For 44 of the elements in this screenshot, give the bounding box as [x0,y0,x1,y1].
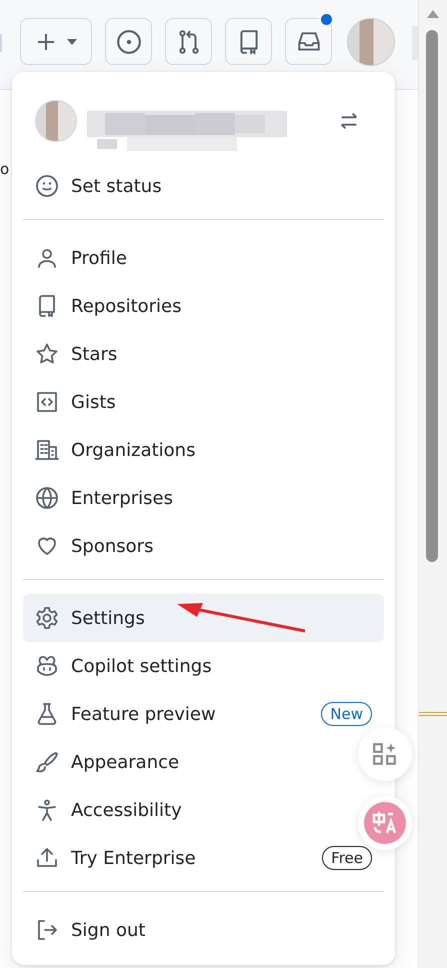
label-badge: New [321,702,372,726]
menu-item[interactable]: Set status [23,162,384,210]
menu-item[interactable]: Settings [23,594,384,642]
menu-item[interactable]: Appearance [23,738,192,786]
menu-item[interactable]: Try Enterprise Free [23,834,384,882]
label-badge: Free [322,846,372,870]
chart-line [419,712,447,716]
scrollbar[interactable] [418,0,447,968]
menu-item[interactable]: Accessibility [23,786,194,834]
person-icon [35,246,59,270]
menu-item[interactable]: Sign out [23,906,158,954]
smiley-icon [35,174,59,198]
menu-item[interactable]: Gists [23,378,128,426]
menu-item[interactable]: Feature preview New [23,690,384,738]
person-accessibility-icon [35,798,59,822]
issue-circle-icon [116,28,142,54]
scroll-up-icon[interactable] [427,10,439,18]
translate-icon [364,802,406,844]
menu-item[interactable]: Sponsors [23,522,166,570]
menu-item[interactable]: Copilot settings [23,642,224,690]
switch-account-icon[interactable] [338,110,360,132]
code-icon [35,390,59,414]
create-new-button[interactable] [20,18,92,65]
menu-item[interactable]: Enterprises [23,474,185,522]
menu-item[interactable]: Organizations [23,426,208,474]
flask-icon [35,702,59,726]
gear-icon [35,606,59,630]
repositories-button[interactable] [225,18,272,65]
upload-icon [35,846,59,870]
building-icon [35,438,59,462]
sign-out-icon [35,918,59,942]
menu-item[interactable]: Repositories [23,282,194,330]
issues-button[interactable] [105,18,152,65]
page-text: o [0,160,10,178]
pull-requests-button[interactable] [165,18,212,65]
grid-sparkle-icon [372,741,398,767]
paintbrush-icon [35,750,59,774]
menu-item[interactable]: Stars [23,330,130,378]
menu-item[interactable]: Profile [23,234,139,282]
caret-icon [66,38,78,46]
globe-icon [35,486,59,510]
star-icon [35,342,59,366]
scrollbar-thumb[interactable] [426,30,438,562]
robot-icon [35,654,59,678]
